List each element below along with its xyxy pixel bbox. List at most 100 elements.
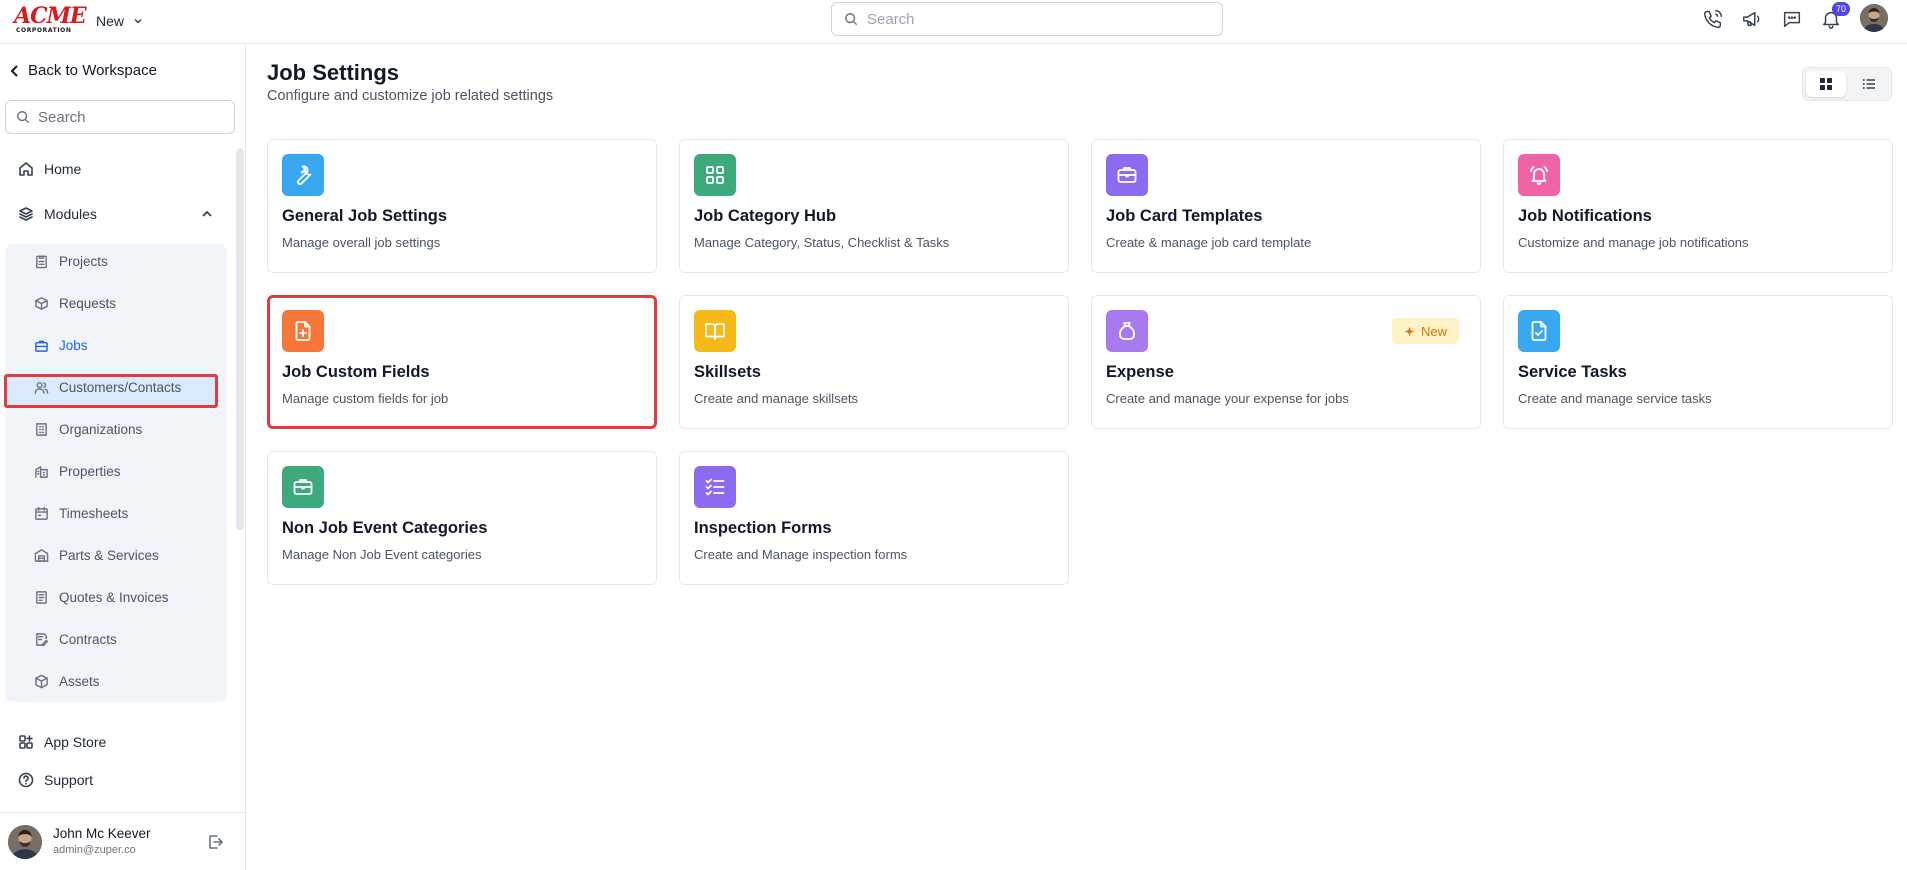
sparkle-icon (1404, 325, 1415, 337)
card-description: Manage custom fields for job (282, 391, 449, 406)
card-description: Manage overall job settings (282, 235, 441, 250)
card-title: Non Job Event Categories (282, 519, 488, 537)
acme-logo[interactable]: ACME CORPORATION (14, 5, 87, 34)
list-checks-icon (694, 466, 736, 508)
phone-icon[interactable] (1701, 7, 1725, 31)
card-description: Create and manage your expense for jobs (1106, 391, 1349, 406)
sidebar-item-timesheets[interactable]: Timesheets (34, 506, 128, 521)
global-search[interactable] (831, 2, 1223, 36)
bell-ring-icon (1518, 154, 1560, 196)
grid-view-button[interactable] (1806, 71, 1846, 97)
new-badge: New (1392, 318, 1460, 344)
home-icon (19, 162, 33, 176)
sidebar-item-label: Properties (59, 464, 121, 479)
card-description: Create & manage job card template (1106, 235, 1312, 250)
sidebar-item-properties[interactable]: Properties (34, 464, 121, 479)
global-search-input[interactable] (867, 10, 1197, 28)
sidebar-search[interactable] (5, 100, 235, 134)
users-icon (34, 382, 49, 394)
card-title: Job Custom Fields (282, 363, 430, 381)
file-check-icon (1518, 310, 1560, 352)
card-title: Expense (1106, 363, 1174, 381)
card-non-job-event-categories[interactable]: Non Job Event Categories Manage Non Job … (267, 451, 657, 585)
card-title: General Job Settings (282, 207, 448, 225)
briefcase-icon (1106, 154, 1148, 196)
list-icon (1862, 79, 1875, 89)
sidebar-item-app-store[interactable]: App Store (18, 734, 106, 750)
card-expense[interactable]: New Expense Create and manage your expen… (1091, 295, 1481, 429)
card-service-tasks[interactable]: Service Tasks Create and manage service … (1503, 295, 1893, 429)
sidebar-item-label: Parts & Services (59, 548, 159, 563)
list-view-button[interactable] (1849, 71, 1889, 97)
sidebar-item-organizations[interactable]: Organizations (34, 422, 142, 437)
warehouse-icon (34, 549, 49, 562)
property-icon (35, 466, 48, 478)
logout-icon[interactable] (206, 833, 224, 851)
megaphone-icon[interactable] (1740, 7, 1764, 31)
book-open-icon (694, 310, 736, 352)
card-job-custom-fields[interactable]: Job Custom Fields Manage custom fields f… (267, 295, 657, 429)
card-skillsets[interactable]: Skillsets Create and manage skillsets (679, 295, 1069, 429)
sidebar-item-jobs[interactable]: Jobs (34, 338, 88, 353)
sidebar-item-label: Home (44, 161, 82, 177)
box-icon (35, 297, 48, 310)
page-title: Job Settings (267, 60, 400, 85)
sidebar-item-parts-services[interactable]: Parts & Services (34, 548, 159, 563)
sidebar-item-label: Modules (44, 206, 97, 222)
notification-count-badge: 70 (1832, 2, 1850, 16)
sidebar-item-requests[interactable]: Requests (34, 296, 116, 311)
help-circle-icon (18, 772, 34, 788)
sidebar-item-modules[interactable]: Modules (18, 206, 97, 222)
contract-icon (36, 633, 49, 647)
sidebar-item-label: Requests (59, 296, 117, 311)
sidebar-item-label: Contracts (59, 632, 117, 647)
card-job-notifications[interactable]: Job Notifications Customize and manage j… (1503, 139, 1893, 273)
back-to-workspace-label: Back to Workspace (28, 62, 157, 79)
sidebar-item-support[interactable]: Support (18, 772, 93, 788)
calendar-icon (35, 506, 48, 520)
card-title: Job Notifications (1518, 207, 1652, 225)
card-description: Create and manage skillsets (694, 391, 859, 406)
briefcase-icon (35, 340, 48, 352)
cube-icon (35, 674, 48, 689)
card-title: Skillsets (694, 363, 761, 381)
money-bag-icon (1106, 310, 1148, 352)
card-title: Inspection Forms (694, 519, 832, 537)
card-description: Customize and manage job notifications (1518, 235, 1749, 250)
card-description: Create and Manage inspection forms (694, 547, 908, 562)
user-avatar[interactable] (8, 825, 42, 859)
sidebar-item-label: Jobs (59, 338, 88, 353)
back-to-workspace-link[interactable]: Back to Workspace (10, 62, 157, 79)
new-button-label: New (96, 13, 125, 29)
sidebar-item-home[interactable]: Home (18, 161, 81, 177)
new-button[interactable]: New (96, 10, 144, 32)
sidebar-scrollbar[interactable] (236, 148, 244, 530)
sidebar-item-label: Customers/Contacts (59, 380, 182, 395)
sidebar-search-input[interactable] (38, 108, 228, 126)
search-icon (17, 111, 30, 124)
sidebar: Back to Workspace Home Modules Projects … (0, 44, 246, 870)
top-bar: ACME CORPORATION New 70 (0, 0, 1907, 44)
sidebar-item-label: Timesheets (59, 506, 129, 521)
user-name: John Mc Keever (53, 826, 151, 841)
sidebar-item-label: App Store (44, 734, 107, 750)
user-avatar[interactable] (1860, 4, 1888, 32)
card-inspection-forms[interactable]: Inspection Forms Create and Manage inspe… (679, 451, 1069, 585)
briefcase-icon (282, 466, 324, 508)
sidebar-item-projects[interactable]: Projects (34, 254, 108, 269)
chevron-up-icon[interactable] (200, 207, 214, 221)
receipt-icon (36, 591, 47, 604)
sidebar-item-contracts[interactable]: Contracts (34, 632, 117, 647)
card-general-job-settings[interactable]: General Job Settings Manage overall job … (267, 139, 657, 273)
sidebar-item-customers-contacts[interactable]: Customers/Contacts (34, 380, 181, 395)
new-badge-label: New (1421, 323, 1448, 339)
sidebar-item-label: Support (44, 772, 94, 788)
chat-icon[interactable] (1780, 7, 1804, 31)
card-job-card-templates[interactable]: Job Card Templates Create & manage job c… (1091, 139, 1481, 273)
file-plus-icon (282, 310, 324, 352)
logo-sub-text: CORPORATION (16, 27, 72, 34)
sidebar-item-label: Quotes & Invoices (59, 590, 169, 605)
card-job-category-hub[interactable]: Job Category Hub Manage Category, Status… (679, 139, 1069, 273)
sidebar-item-quotes-invoices[interactable]: Quotes & Invoices (34, 590, 169, 605)
sidebar-item-assets[interactable]: Assets (34, 674, 100, 689)
